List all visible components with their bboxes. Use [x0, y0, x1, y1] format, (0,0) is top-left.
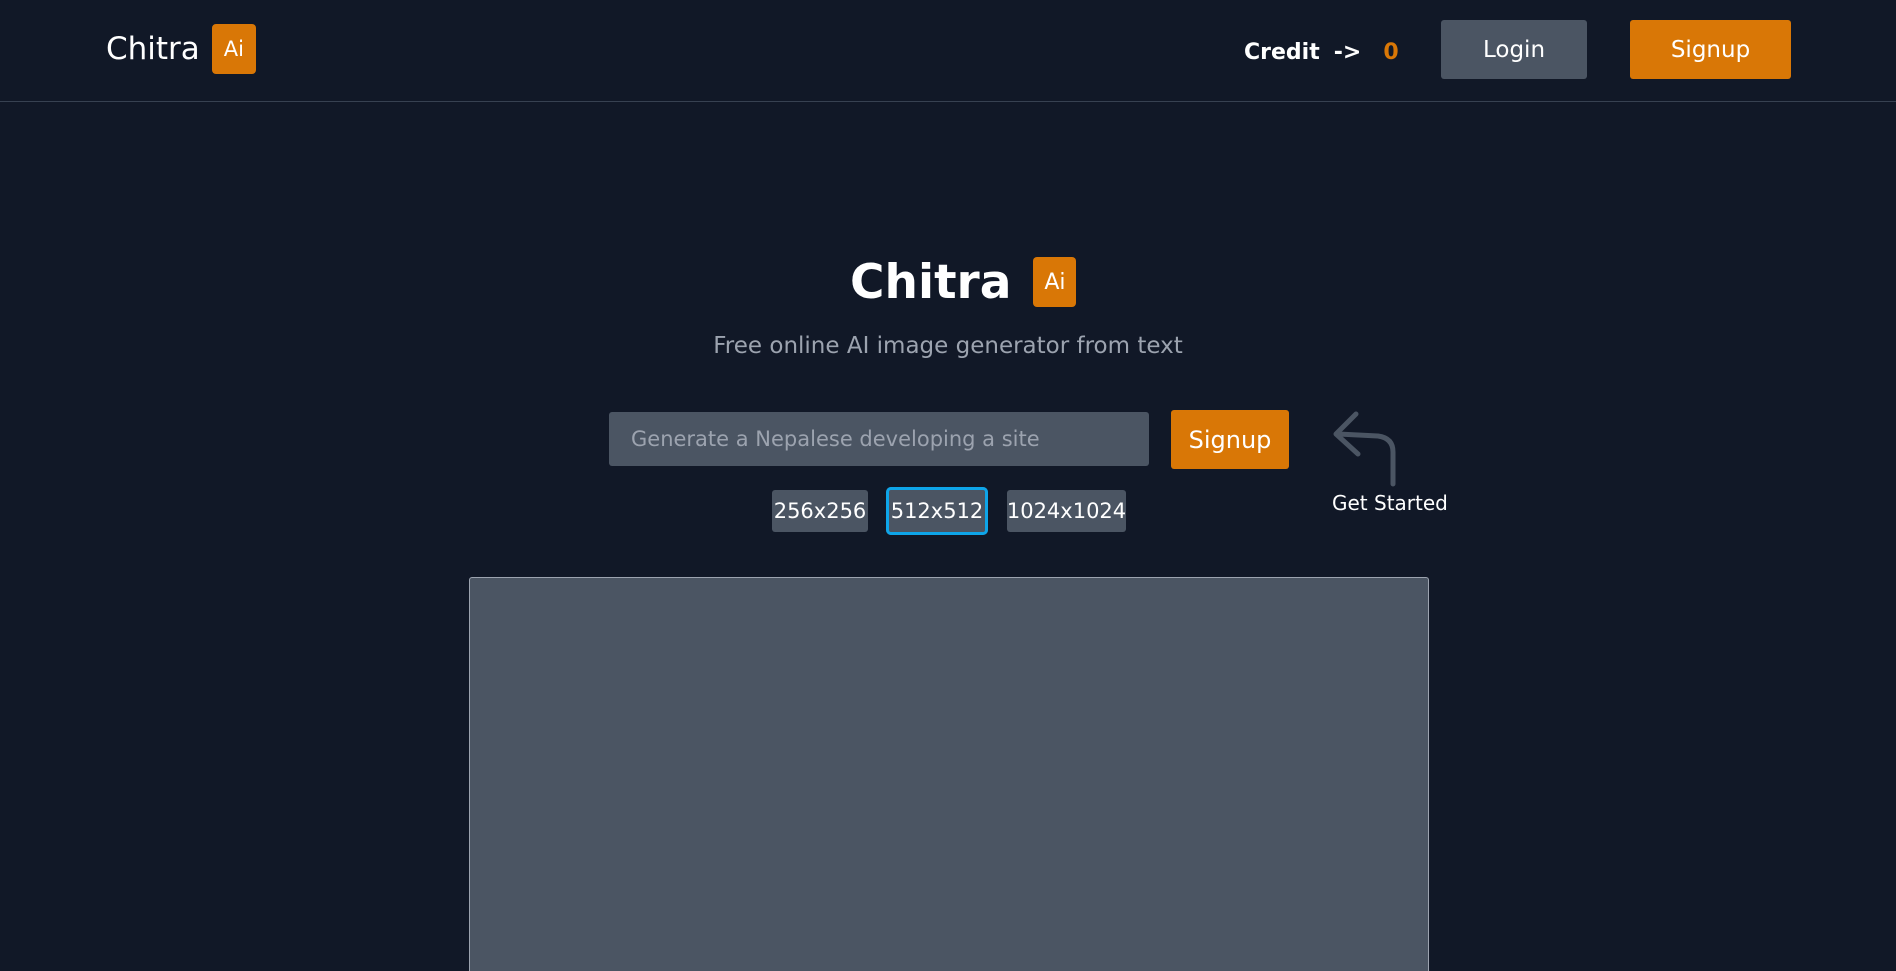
get-started-label: Get Started	[1332, 491, 1448, 515]
brand-name: Chitra	[106, 31, 200, 67]
credit-arrow: ->	[1333, 39, 1362, 65]
curved-arrow-left-icon	[1333, 411, 1396, 487]
hero-tagline: Free online AI image generator from text	[713, 333, 1183, 359]
hero-ai-badge: Ai	[1033, 257, 1077, 307]
image-preview-area	[469, 577, 1429, 971]
credit-label: Credit	[1244, 39, 1320, 65]
signup-button[interactable]: Signup	[1630, 20, 1791, 79]
prompt-input[interactable]	[609, 412, 1149, 466]
hero-title-text: Chitra	[850, 254, 1012, 310]
brand-logo-link[interactable]: Chitra Ai	[106, 24, 256, 74]
get-started-hint: Get Started	[1330, 408, 1450, 518]
prompt-signup-button[interactable]: Signup	[1171, 410, 1289, 469]
size-option-1024[interactable]: 1024x1024	[1007, 490, 1126, 532]
hero-title: Chitra Ai	[850, 254, 1077, 310]
top-navbar: Chitra Ai Credit -> 0 Login Signup	[0, 0, 1896, 102]
brand-ai-badge: Ai	[211, 24, 256, 74]
size-option-512-selected[interactable]: 512x512	[886, 487, 988, 535]
credit-display: Credit -> 0	[1244, 36, 1399, 68]
login-button[interactable]: Login	[1441, 20, 1587, 79]
size-option-256[interactable]: 256x256	[772, 490, 868, 532]
credit-value: 0	[1383, 39, 1399, 65]
